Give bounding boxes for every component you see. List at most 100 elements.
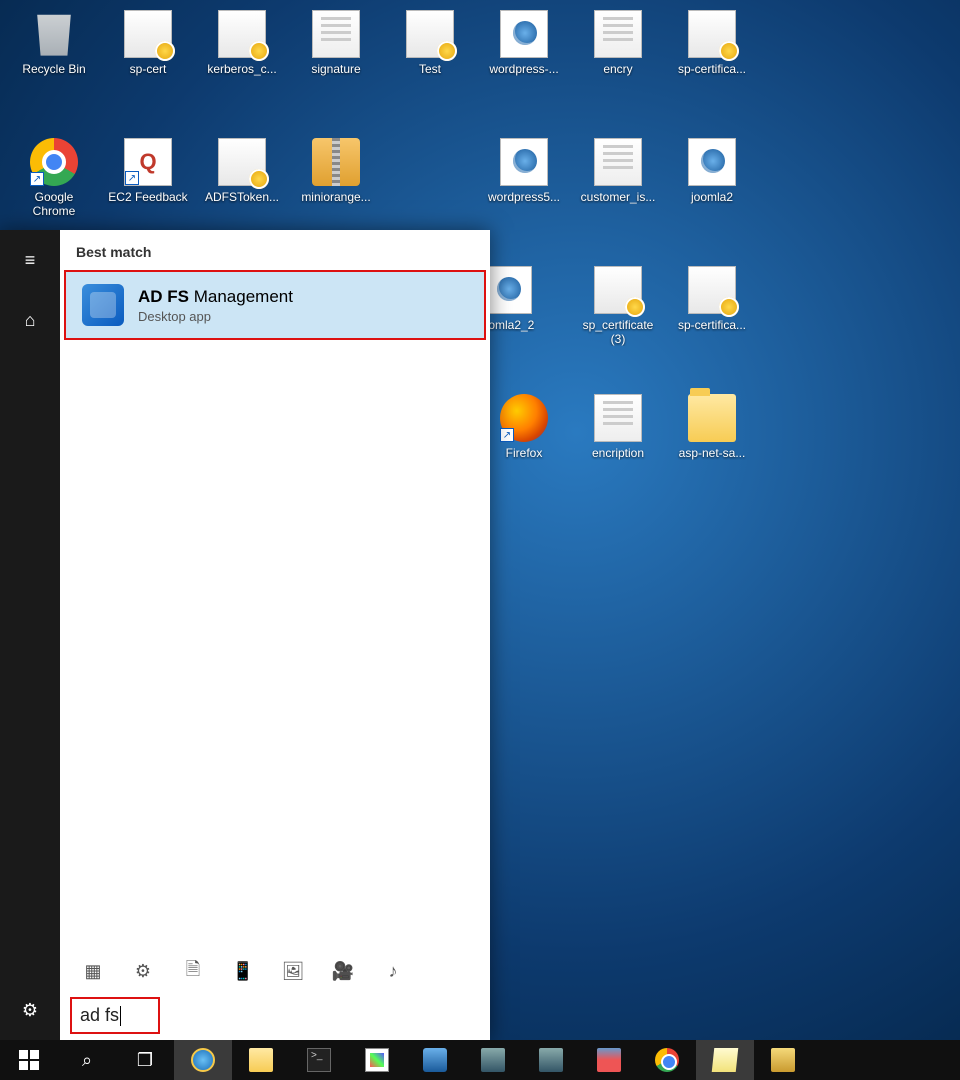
ie-icon [191,1048,215,1072]
taskbar-ie[interactable] [174,1040,232,1080]
desktop-icon-label: kerberos_c... [198,62,286,76]
desktop-icon-label: Recycle Bin [10,62,98,76]
taskbar-app1[interactable] [406,1040,464,1080]
chrome-icon: ↗ [30,138,78,186]
globe-icon [500,10,548,58]
sticky-icon [771,1048,795,1072]
desktop-icon[interactable]: ↗Firefox [480,394,568,460]
desktop-icon-label: sp-certifica... [668,318,756,332]
doc-icon [594,394,642,442]
desktop-icon[interactable]: sp-certifica... [668,10,756,76]
search-filter-5[interactable]: 🎥 [332,961,354,983]
desktop-icon[interactable]: customer_is... [574,138,662,204]
taskbar-explorer[interactable] [232,1040,290,1080]
desktop-icon[interactable]: ↗ Google Chrome [10,138,98,218]
search-icon: ⌕ [82,1050,92,1071]
search-filter-4[interactable]: 🖼 [282,961,304,983]
taskbar: ⌕❐ [0,1040,960,1080]
start-body: Best match AD FS Management Desktop app … [60,230,490,1040]
folder-icon [249,1048,273,1072]
desktop-icon[interactable]: sp_certificate (3) [574,266,662,346]
folder-icon [688,394,736,442]
desktop-icon-label: asp-net-sa... [668,446,756,460]
start-button[interactable] [0,1040,58,1080]
shortcut-overlay-icon: ↗ [125,171,139,185]
desktop-icon[interactable]: sp-cert [104,10,192,76]
desktop-icon-label: sp-certifica... [668,62,756,76]
search-filter-2[interactable]: 🗎 [182,961,204,983]
desktop-icon[interactable]: kerberos_c... [198,10,286,76]
taskbar-notepad[interactable] [696,1040,754,1080]
desktop-icon-label: EC2 Feedback [104,190,192,204]
note-icon [712,1048,739,1072]
result-subtitle: Desktop app [138,309,293,324]
home-icon[interactable]: ⌂ [0,290,60,350]
doc-icon [594,10,642,58]
cmd-icon [307,1048,331,1072]
cert-icon [124,10,172,58]
shortcut-overlay-icon: ↗ [500,428,514,442]
reg-icon [597,1048,621,1072]
desktop-icon[interactable]: wordpress5... [480,138,568,204]
desktop-icon[interactable]: wordpress-... [480,10,568,76]
desktop-icon-label: encription [574,446,662,460]
doc-icon [312,10,360,58]
desktop-icon-label: sp_certificate (3) [574,318,662,346]
start-icon [19,1050,39,1070]
recycle-icon [30,10,78,58]
desktop-icon-label: ADFSToken... [198,190,286,204]
desktop-icon[interactable]: joomla2 [668,138,756,204]
search-input[interactable]: ad fs [70,997,160,1034]
desktop-icon[interactable]: ADFSToken... [198,138,286,204]
desktop-icon-label: joomla2 [668,190,756,204]
taskbar-chrome[interactable] [638,1040,696,1080]
qdoc-icon: ↗ [124,138,172,186]
best-match-label: Best match [60,230,490,270]
desktop-icon[interactable]: Recycle Bin [10,10,98,76]
cert-icon [218,138,266,186]
settings-icon[interactable]: ⚙ [0,980,60,1040]
adfs-icon [82,284,124,326]
search-filter-3[interactable]: 📱 [232,961,254,983]
search-filter-0[interactable]: ▦ [82,961,104,983]
menu-icon[interactable]: ≡ [0,230,60,290]
desktop-icon-label: miniorange... [292,190,380,204]
desktop-icon-label: encry [574,62,662,76]
globe-icon [500,138,548,186]
desktop-icon[interactable]: Test [386,10,474,76]
desktop-icon[interactable]: ↗ EC2 Feedback [104,138,192,204]
taskbar-sticky[interactable] [754,1040,812,1080]
taskbar-regedit[interactable] [580,1040,638,1080]
task-view-button[interactable]: ❐ [116,1040,174,1080]
desktop-icon-label: Test [386,62,474,76]
taskbar-cmd[interactable] [290,1040,348,1080]
cert-icon [688,10,736,58]
result-title: AD FS Management [138,287,293,307]
generic-icon [423,1048,447,1072]
desktop-icon[interactable]: miniorange... [292,138,380,204]
search-result-adfs[interactable]: AD FS Management Desktop app [64,270,486,340]
server-icon [539,1048,563,1072]
desktop-icon-label: Google Chrome [10,190,98,218]
desktop-icon-label: wordpress5... [480,190,568,204]
cert-icon [594,266,642,314]
desktop-icon[interactable]: signature [292,10,380,76]
cert-icon [406,10,454,58]
cert-icon [688,266,736,314]
desktop-icon[interactable]: sp-certifica... [668,266,756,332]
taskbar-server-manager[interactable] [464,1040,522,1080]
server-icon [481,1048,505,1072]
search-filter-1[interactable]: ⚙ [132,961,154,983]
search-filter-6[interactable]: ♪ [382,961,404,983]
desktop-icon-label: wordpress-... [480,62,568,76]
desktop-icon[interactable]: asp-net-sa... [668,394,756,460]
taskbar-app2[interactable] [522,1040,580,1080]
shortcut-overlay-icon: ↗ [30,172,44,186]
taskbar-paint[interactable] [348,1040,406,1080]
taskview-icon: ❐ [137,1050,153,1071]
desktop-icon[interactable]: encry [574,10,662,76]
chrome-icon [655,1048,679,1072]
search-button[interactable]: ⌕ [58,1040,116,1080]
desktop-icon[interactable]: encription [574,394,662,460]
doc-icon [594,138,642,186]
